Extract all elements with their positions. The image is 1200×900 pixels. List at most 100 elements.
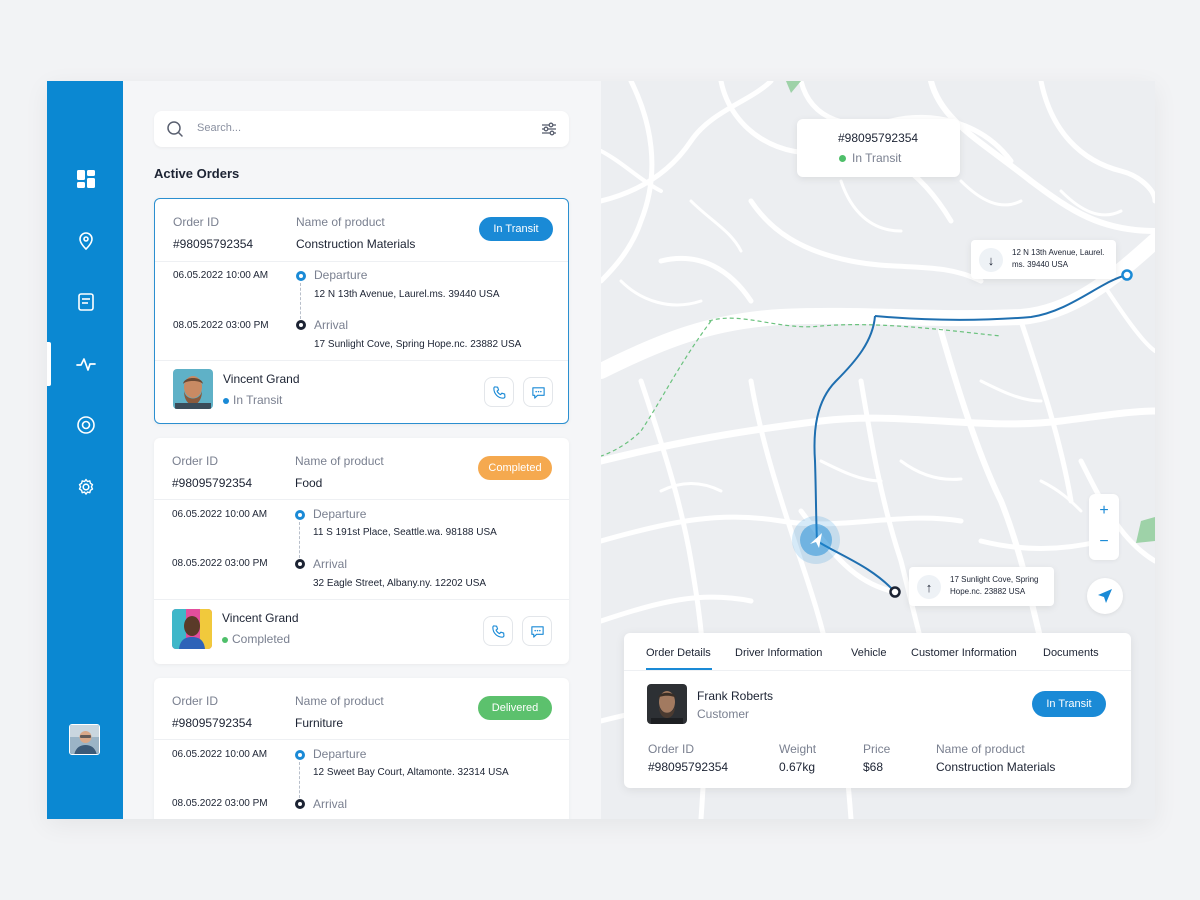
phone-icon xyxy=(492,385,505,399)
settings-gear-icon[interactable] xyxy=(73,474,99,500)
document-icon[interactable] xyxy=(73,289,99,315)
arrival-label: Arrival xyxy=(313,557,348,571)
product-name: Furniture xyxy=(295,716,344,730)
product-label: Name of product xyxy=(296,215,385,229)
arrival-label: Arrival xyxy=(314,318,349,332)
departure-label: Departure xyxy=(313,507,367,521)
departure-dot xyxy=(295,750,305,760)
order-card[interactable]: Order ID #98095792354 Name of product Co… xyxy=(154,198,569,424)
app-window: Search... Active Orders Order ID #980957… xyxy=(47,81,1155,819)
driver-avatar xyxy=(173,369,213,409)
origin-address: 12 N 13th Avenue, Laurel. ms. 39440 USA xyxy=(1012,248,1105,269)
phone-icon xyxy=(491,624,504,638)
zoom-controls: + − xyxy=(1089,494,1119,560)
nav-active-indicator xyxy=(47,342,51,386)
status-badge: Completed xyxy=(478,456,552,480)
tab-customer-information[interactable]: Customer Information xyxy=(911,647,1017,659)
departure-label: Departure xyxy=(314,268,368,282)
status-badge: In Transit xyxy=(1032,691,1106,717)
divider xyxy=(624,670,1131,671)
zoom-in-button[interactable]: + xyxy=(1089,496,1119,526)
message-button[interactable] xyxy=(522,616,552,646)
price-label: Price xyxy=(863,742,891,756)
divider xyxy=(154,499,569,500)
target-icon[interactable] xyxy=(73,412,99,438)
order-card[interactable]: Order ID #98095792354 Name of product Fo… xyxy=(154,438,569,664)
location-pin-icon[interactable] xyxy=(73,228,99,254)
product-name: Food xyxy=(295,476,323,490)
order-card[interactable]: Order ID #98095792354 Name of product Fu… xyxy=(154,678,569,819)
arrival-address: 17 Sunlight Cove, Spring Hope.nc. 23882 … xyxy=(314,339,522,350)
customer-avatar xyxy=(647,684,687,724)
divider xyxy=(155,261,568,262)
departure-datetime: 06.05.2022 10:00 AM xyxy=(173,270,269,281)
status-badge: Delivered xyxy=(478,696,552,720)
tab-vehicle[interactable]: Vehicle xyxy=(851,647,886,659)
product-name: Construction Materials xyxy=(936,760,1056,774)
order-id-label: Order ID xyxy=(172,454,219,468)
customer-name: Frank Roberts xyxy=(697,689,774,703)
departure-datetime: 06.05.2022 10:00 AM xyxy=(172,509,268,520)
driver-avatar xyxy=(172,609,212,649)
sidebar xyxy=(47,81,123,819)
divider xyxy=(155,360,568,361)
departure-datetime: 06.05.2022 10:00 AM xyxy=(172,749,268,760)
status-dot xyxy=(839,155,846,162)
chat-icon xyxy=(531,386,545,399)
route-line xyxy=(300,283,301,319)
arrival-address: 32 Eagle Street, Albany.ny. 12202 USA xyxy=(313,578,487,589)
activity-icon[interactable] xyxy=(73,351,99,377)
arrival-dot xyxy=(295,559,305,569)
map-order-id: #98095792354 xyxy=(838,131,919,145)
destination-address-chip: ↑ 17 Sunlight Cove, Spring Hope.nc. 2388… xyxy=(909,567,1054,606)
divider xyxy=(154,739,569,740)
origin-address-chip: ↓ 12 N 13th Avenue, Laurel. ms. 39440 US… xyxy=(971,240,1116,279)
orders-panel: Search... Active Orders Order ID #980957… xyxy=(123,81,601,819)
arrival-datetime: 08.05.2022 03:00 PM xyxy=(173,320,269,331)
route-line xyxy=(299,762,300,798)
weight-label: Weight xyxy=(779,742,817,756)
driver-name: Vincent Grand xyxy=(222,611,299,625)
route-line xyxy=(299,522,300,558)
search-input[interactable]: Search... xyxy=(197,122,241,134)
tab-order-details[interactable]: Order Details xyxy=(646,647,711,659)
dashboard-icon[interactable] xyxy=(73,166,99,192)
product-name: Construction Materials xyxy=(296,237,416,251)
arrival-dot xyxy=(295,799,305,809)
map-view[interactable]: #98095792354 In Transit ↓ 12 N 13th Aven… xyxy=(601,81,1155,819)
departure-address: 12 N 13th Avenue, Laurel.ms. 39440 USA xyxy=(314,289,500,300)
divider xyxy=(154,599,569,600)
driver-status-text: Completed xyxy=(232,632,291,646)
search-icon xyxy=(167,121,183,137)
call-button[interactable] xyxy=(484,377,514,407)
product-label: Name of product xyxy=(295,454,384,468)
product-label: Name of product xyxy=(936,742,1025,756)
order-id: #98095792354 xyxy=(648,760,729,774)
search-bar[interactable]: Search... xyxy=(154,111,569,147)
status-dot xyxy=(223,397,229,404)
user-avatar[interactable] xyxy=(69,724,100,755)
arrival-label: Arrival xyxy=(313,797,348,811)
order-id-label: Order ID xyxy=(172,694,219,708)
map-order-chip[interactable]: #98095792354 In Transit xyxy=(797,119,960,177)
message-button[interactable] xyxy=(523,377,553,407)
call-button[interactable] xyxy=(483,616,513,646)
departure-address: 12 Sweet Bay Court, Altamonte. 32314 USA xyxy=(313,767,509,778)
driver-status-text: In Transit xyxy=(233,393,283,407)
arrival-datetime: 08.05.2022 03:00 PM xyxy=(172,558,268,569)
status-badge: In Transit xyxy=(479,217,553,241)
order-id: #98095792354 xyxy=(172,716,253,730)
navigation-arrow-icon xyxy=(1098,589,1112,603)
departure-dot xyxy=(296,271,306,281)
tab-documents[interactable]: Documents xyxy=(1043,647,1099,659)
filter-sliders-icon[interactable] xyxy=(541,121,557,137)
customer-role: Customer xyxy=(697,707,750,721)
driver-status: In Transit xyxy=(223,393,282,407)
arrival-datetime: 08.05.2022 03:00 PM xyxy=(172,798,268,809)
zoom-out-button[interactable]: − xyxy=(1089,527,1119,557)
price-value: $68 xyxy=(863,760,884,774)
tab-driver-information[interactable]: Driver Information xyxy=(735,647,822,659)
locate-button[interactable] xyxy=(1087,578,1123,614)
driver-name: Vincent Grand xyxy=(223,372,300,386)
arrow-up-icon: ↑ xyxy=(917,575,941,599)
